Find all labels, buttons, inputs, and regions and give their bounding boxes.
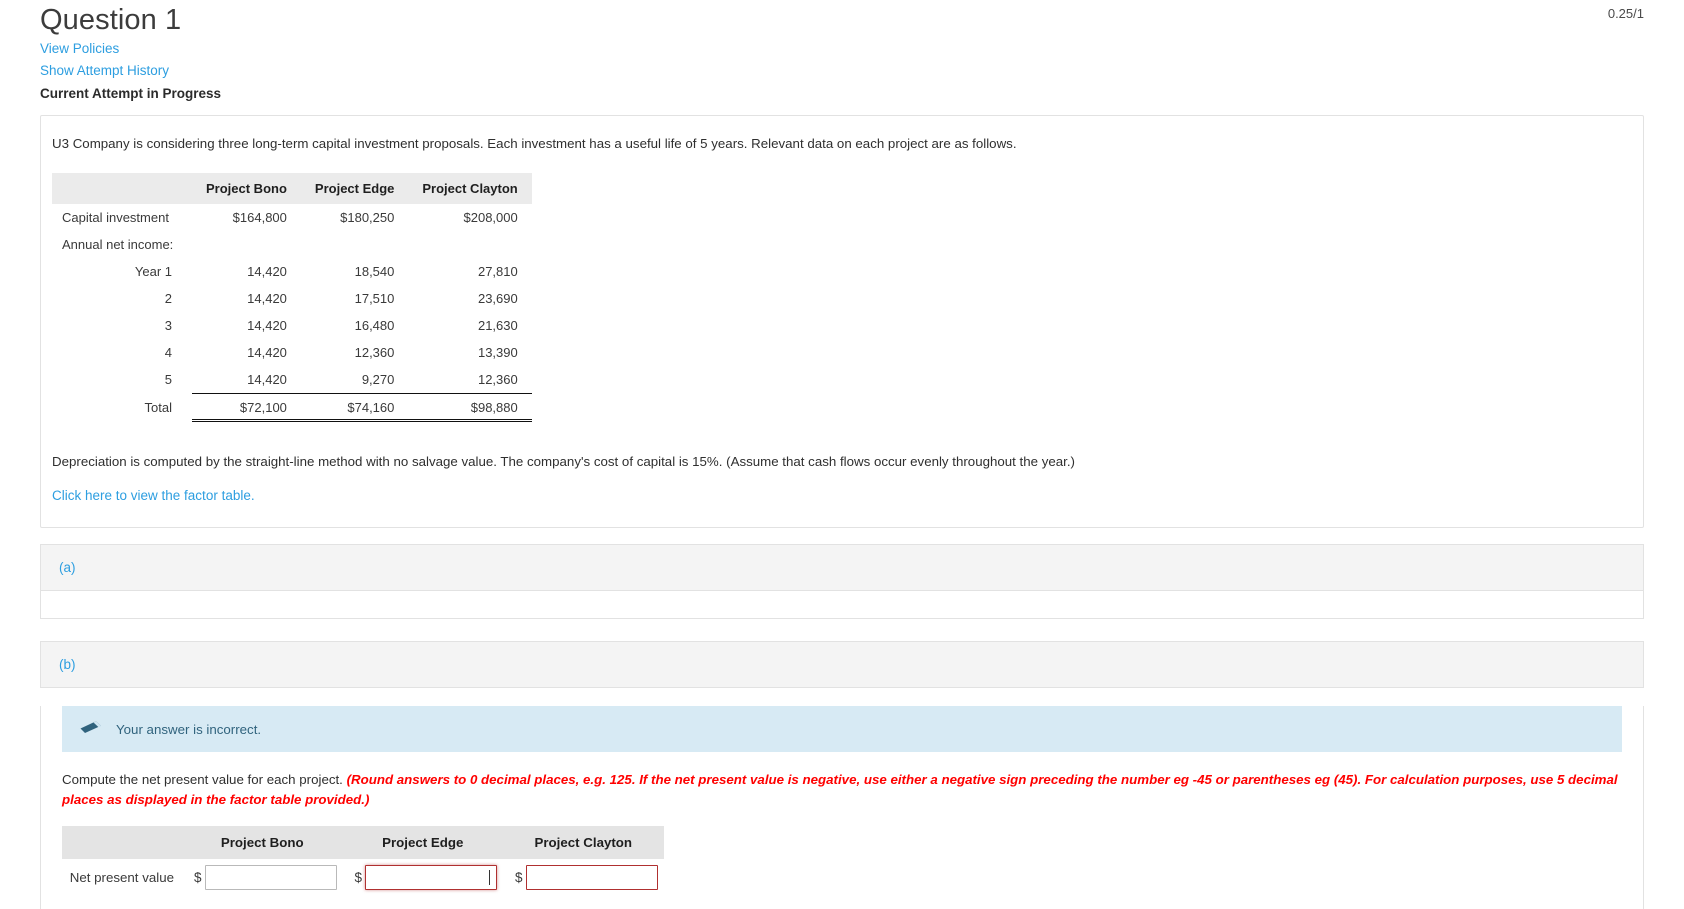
currency-symbol-edge: $ (354, 870, 363, 885)
view-policies-link[interactable]: View Policies (40, 38, 1644, 60)
table-header-row: Project Bono Project Edge Project Clayto… (52, 173, 532, 204)
answer-column-header-edge: Project Edge (342, 826, 504, 859)
question-header: Question 1 0.25/1 View Policies Show Att… (40, 0, 1644, 104)
cell-bono: 14,420 (247, 291, 287, 306)
npv-input-project-clayton[interactable] (525, 865, 658, 890)
score-badge: 0.25/1 (1607, 6, 1644, 21)
section-a-body (40, 591, 1644, 619)
cell-clayton: $98,880 (408, 393, 532, 422)
column-header-clayton: Project Clayton (408, 173, 532, 204)
cell-clayton: 13,390 (477, 345, 518, 360)
row-label: Annual net income: (62, 237, 174, 252)
incorrect-answer-alert: Your answer is incorrect. (62, 706, 1622, 752)
cell-clayton: $208,000 (463, 210, 518, 225)
project-data-table: Project Bono Project Edge Project Clayto… (52, 173, 532, 422)
answer-column-header-blank (62, 826, 182, 859)
cell-edge: 17,510 (354, 291, 395, 306)
factor-table-link[interactable]: Click here to view the factor table. (52, 485, 1632, 507)
row-label: 4 (164, 345, 172, 360)
cell-bono: 14,420 (247, 345, 287, 360)
column-header-edge: Project Edge (300, 173, 409, 204)
page-title: Question 1 (40, 4, 182, 36)
answer-column-header-clayton: Project Clayton (503, 826, 664, 859)
cell-clayton: 21,630 (477, 318, 518, 333)
depreciation-note: Depreciation is computed by the straight… (52, 454, 1075, 469)
cell-clayton (408, 231, 531, 258)
row-label: Total (144, 399, 172, 415)
cell-edge: 18,540 (354, 264, 395, 279)
section-b-body: Your answer is incorrect. Compute the ne… (40, 706, 1644, 909)
cell-edge: 12,360 (354, 345, 395, 360)
answer-cell-edge: $ (343, 859, 504, 896)
compute-instruction: Compute the net present value for each p… (41, 752, 1643, 810)
npv-answer-table: Project Bono Project Edge Project Clayto… (62, 826, 664, 896)
table-total-row: Total $72,100 $74,160 $98,880 (52, 393, 532, 422)
row-label: 5 (164, 372, 172, 388)
column-header-bono: Project Bono (192, 173, 301, 204)
cell-edge: 9,270 (361, 372, 395, 387)
eraser-icon (80, 720, 102, 738)
answer-cell-bono: $ (182, 859, 343, 896)
cell-bono: 14,420 (247, 372, 287, 387)
table-row: 4 14,420 12,360 13,390 (52, 339, 532, 366)
table-row: 2 14,420 17,510 23,690 (52, 285, 532, 312)
table-row: 3 14,420 16,480 21,630 (52, 312, 532, 339)
cell-clayton: 23,690 (477, 291, 518, 306)
problem-intro: U3 Company is considering three long-ter… (52, 136, 1017, 151)
cell-bono: $72,100 (192, 393, 301, 422)
table-row: Annual net income: (52, 231, 532, 258)
cell-clayton: 27,810 (477, 264, 518, 279)
section-a-header[interactable]: (a) (40, 544, 1644, 591)
cell-edge: 16,480 (354, 318, 395, 333)
row-label: Year 1 (134, 264, 172, 279)
section-b-header[interactable]: (b) (40, 641, 1644, 688)
row-label: 3 (164, 318, 172, 333)
cell-edge: $180,250 (340, 210, 395, 225)
cell-clayton: 12,360 (477, 372, 518, 387)
question-page: Question 1 0.25/1 View Policies Show Att… (0, 0, 1684, 909)
cell-bono: 14,420 (247, 264, 287, 279)
answer-row-label: Net present value (62, 859, 182, 896)
table-row: Year 1 14,420 18,540 27,810 (52, 258, 532, 285)
answer-cell-clayton: $ (503, 859, 664, 896)
cell-edge (301, 231, 408, 258)
table-row: Capital investment $164,800 $180,250 $20… (52, 204, 532, 231)
currency-symbol-clayton: $ (515, 870, 523, 885)
compute-lead: Compute the net present value for each p… (62, 772, 347, 787)
alert-text: Your answer is incorrect. (116, 721, 262, 737)
cell-bono: 14,420 (247, 318, 287, 333)
cell-edge: $74,160 (300, 393, 409, 422)
answer-column-header-bono: Project Bono (182, 826, 343, 859)
row-label: Capital investment (62, 210, 169, 225)
column-header-blank (52, 173, 192, 204)
cell-bono: $164,800 (232, 210, 287, 225)
npv-input-project-bono[interactable] (204, 865, 337, 890)
row-label: 2 (164, 291, 172, 306)
show-attempt-history-link[interactable]: Show Attempt History (40, 60, 1644, 82)
problem-card: U3 Company is considering three long-ter… (40, 115, 1644, 528)
answer-header-row: Project Bono Project Edge Project Clayto… (62, 826, 664, 859)
currency-symbol-bono: $ (194, 870, 202, 885)
answer-row: Net present value $ $ $ (62, 859, 664, 896)
npv-input-project-edge[interactable] (365, 865, 498, 890)
table-row: 5 14,420 9,270 12,360 (52, 366, 532, 394)
attempt-status: Current Attempt in Progress (40, 86, 222, 101)
cell-bono (192, 231, 301, 258)
text-cursor (489, 870, 491, 885)
